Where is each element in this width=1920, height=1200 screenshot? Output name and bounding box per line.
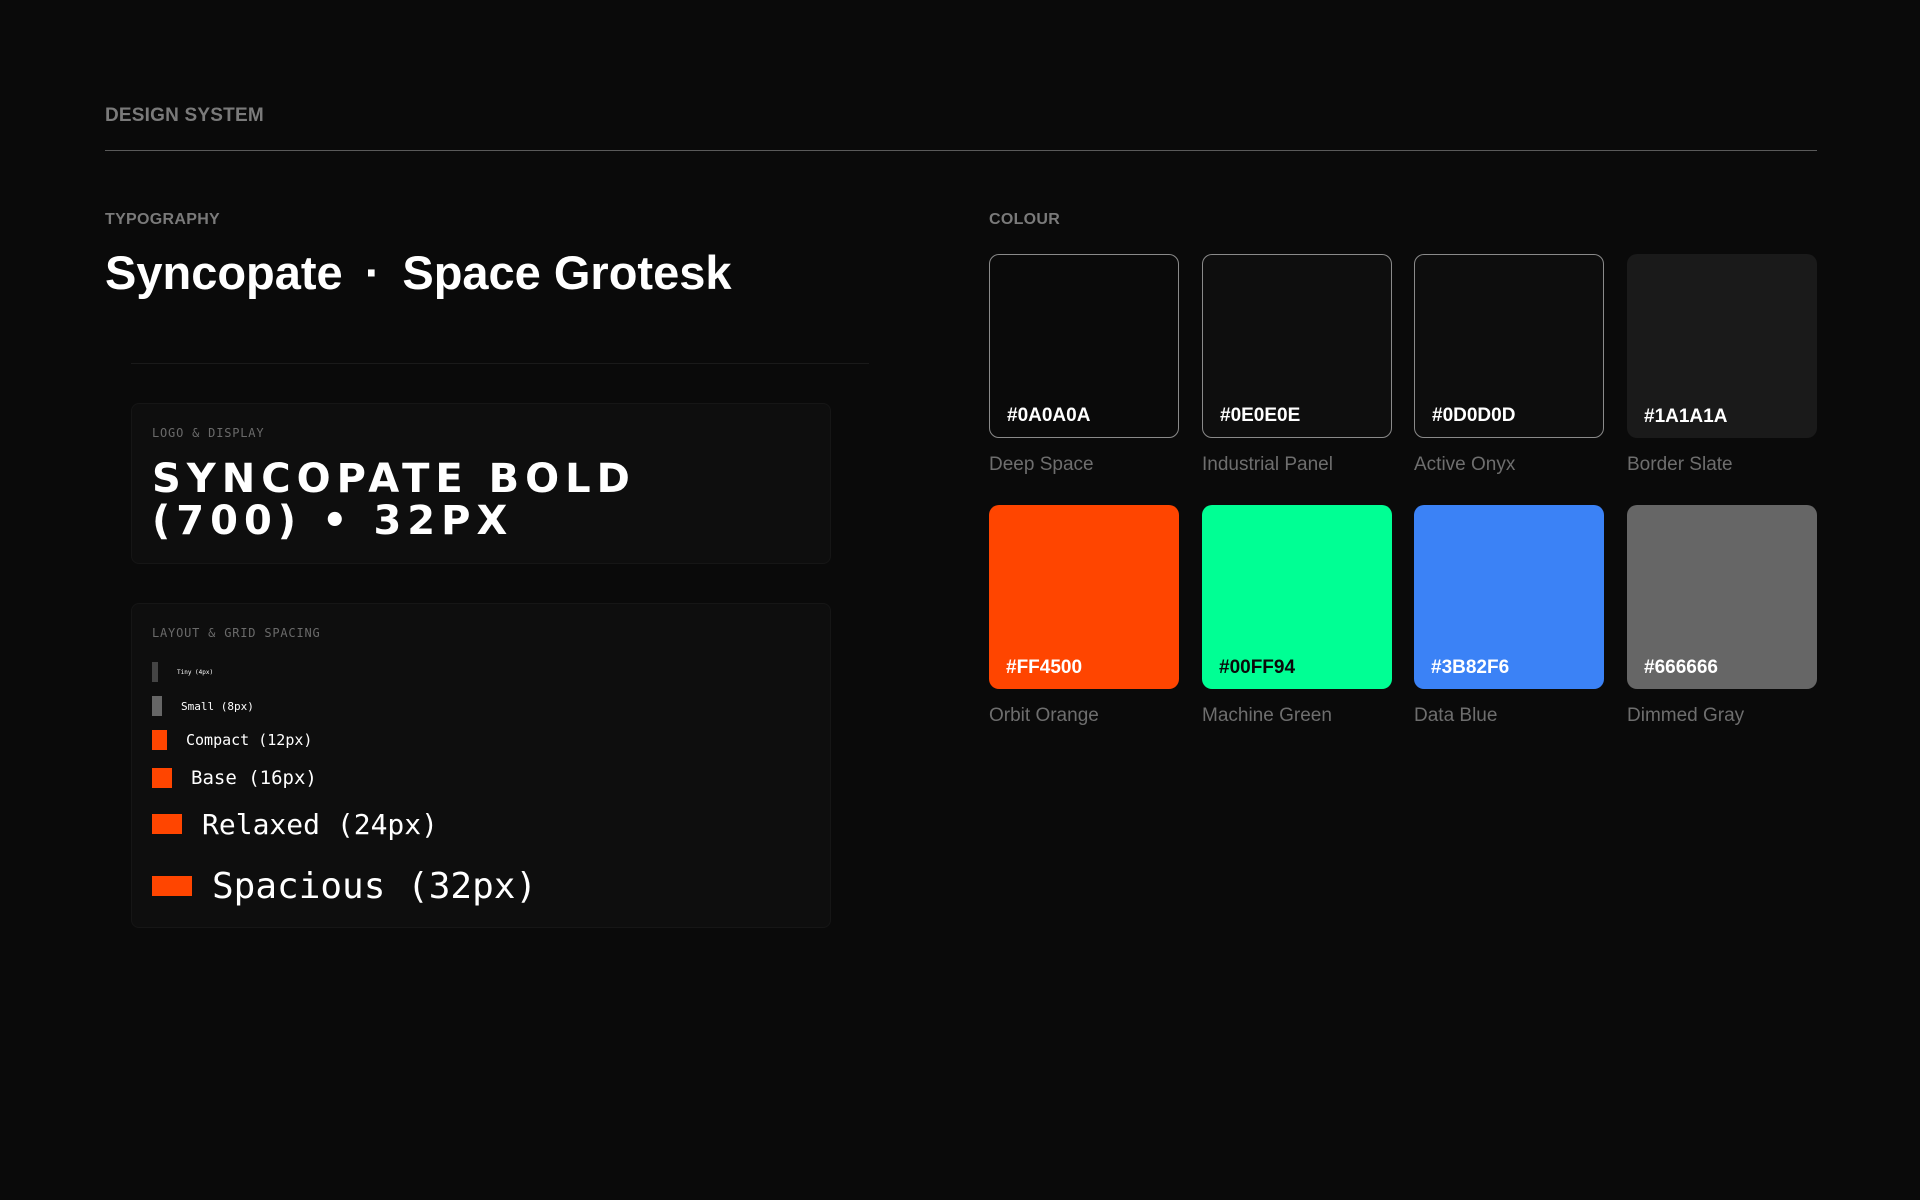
colour-section-label: COLOUR — [989, 211, 1061, 228]
swatch-name: Dimmed Gray — [1627, 705, 1745, 726]
typography-divider — [131, 363, 869, 364]
colour-swatch: #FF4500 — [989, 505, 1179, 689]
header-divider — [105, 150, 1817, 151]
spacing-panel-label: LAYOUT & GRID SPACING — [152, 626, 321, 640]
swatch-name: Active Onyx — [1414, 454, 1516, 475]
typography-heading: Syncopate · Space Grotesk — [105, 245, 732, 300]
swatch-hex-value: #1A1A1A — [1644, 406, 1728, 427]
colour-swatch: #00FF94 — [1202, 505, 1392, 689]
spacing-label: Tiny (4px) — [177, 668, 214, 676]
spacing-item: Spacious (32px) — [152, 865, 538, 907]
swatch-hex-value: #00FF94 — [1219, 657, 1296, 678]
display-type-panel: LOGO & DISPLAY SYNCOPATE BOLD (700) • 32… — [131, 403, 831, 564]
spacing-swatch — [152, 730, 167, 750]
spacing-label: Compact (12px) — [186, 731, 313, 749]
spacing-label: Relaxed (24px) — [202, 807, 439, 841]
spacing-swatch — [152, 814, 182, 834]
colour-swatch: #0A0A0A — [989, 254, 1179, 438]
spacing-item: Compact (12px) — [152, 730, 312, 750]
swatch-hex-value: #3B82F6 — [1431, 657, 1510, 678]
swatch-hex-value: #0E0E0E — [1220, 405, 1301, 426]
font-secondary-name: Space Grotesk — [402, 246, 732, 299]
colour-swatch: #0E0E0E — [1202, 254, 1392, 438]
swatch-name: Data Blue — [1414, 705, 1498, 726]
font-separator: · — [364, 246, 381, 299]
swatch-name: Deep Space — [989, 454, 1094, 475]
spacing-swatch — [152, 662, 158, 682]
colour-swatch: #0D0D0D — [1414, 254, 1604, 438]
page-title: DESIGN SYSTEM — [105, 105, 264, 126]
swatch-name: Orbit Orange — [989, 705, 1099, 726]
colour-swatch: #3B82F6 — [1414, 505, 1604, 689]
font-primary-name: Syncopate — [105, 246, 343, 299]
spacing-swatch — [152, 696, 162, 716]
swatch-name: Machine Green — [1202, 705, 1332, 726]
spacing-label: Base (16px) — [191, 767, 317, 789]
spacing-label: Small (8px) — [181, 699, 254, 713]
colour-swatch: #666666 — [1627, 505, 1817, 689]
spacing-swatch — [152, 876, 192, 896]
spacing-item: Tiny (4px) — [152, 662, 213, 682]
spacing-panel: LAYOUT & GRID SPACING Tiny (4px) Small (… — [131, 603, 831, 928]
swatch-name: Border Slate — [1627, 454, 1733, 475]
spacing-item: Base (16px) — [152, 767, 317, 789]
swatch-hex-value: #666666 — [1644, 657, 1718, 678]
swatch-hex-value: #0D0D0D — [1432, 405, 1516, 426]
spacing-item: Relaxed (24px) — [152, 807, 439, 841]
swatch-hex-value: #0A0A0A — [1007, 405, 1091, 426]
spacing-swatch — [152, 768, 172, 788]
typography-section-label: TYPOGRAPHY — [105, 211, 221, 228]
display-panel-label: LOGO & DISPLAY — [152, 426, 265, 440]
colour-swatch: #1A1A1A — [1627, 254, 1817, 438]
swatch-hex-value: #FF4500 — [1006, 657, 1083, 678]
spacing-item: Small (8px) — [152, 696, 254, 716]
spacing-label: Spacious (32px) — [212, 865, 538, 907]
display-type-sample: SYNCOPATE BOLD (700) • 32PX — [152, 456, 636, 544]
swatch-name: Industrial Panel — [1202, 454, 1333, 475]
